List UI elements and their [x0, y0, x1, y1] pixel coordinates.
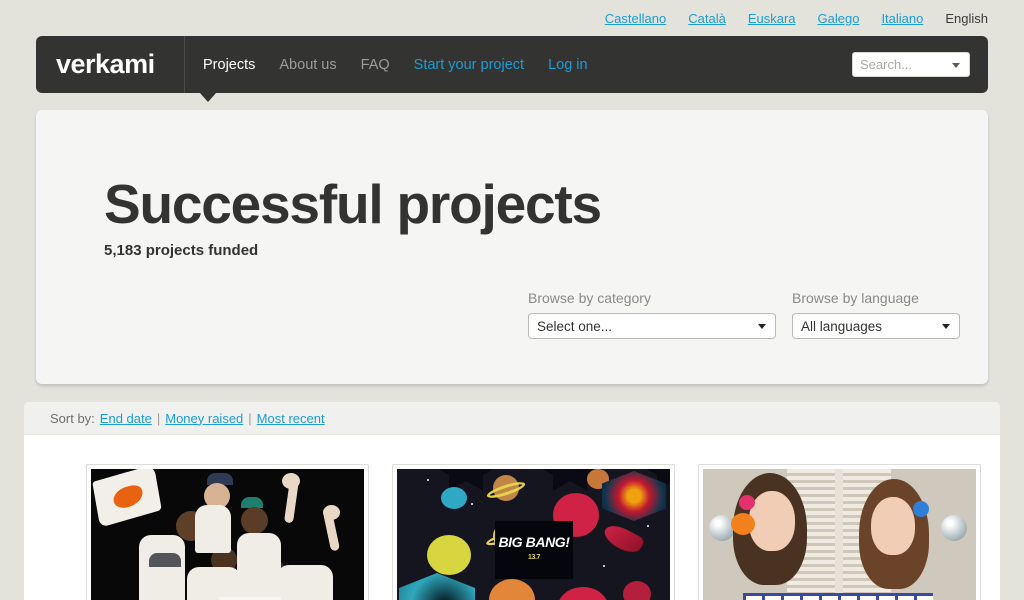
sort-separator: | [156, 410, 161, 426]
project-thumbnail[interactable] [703, 469, 976, 600]
project-thumbnail[interactable] [91, 469, 364, 600]
hanging-lantern [941, 515, 967, 541]
chevron-down-icon[interactable] [942, 324, 950, 329]
category-select[interactable]: Select one... [528, 313, 776, 339]
nav-item-faq[interactable]: FAQ [361, 57, 390, 73]
nav-item-about-us[interactable]: About us [279, 57, 336, 73]
search-box[interactable] [852, 52, 970, 77]
active-tab-pointer [200, 93, 216, 102]
language-select-value: All languages [801, 318, 883, 334]
sort-separator: | [248, 410, 252, 426]
sort-label: Sort by: [50, 410, 95, 426]
person-face [749, 491, 795, 551]
results-panel: Sort by: End date | Money raised | Most … [24, 402, 1000, 600]
planet [427, 535, 471, 575]
fist [282, 473, 300, 489]
sort-link-end-date[interactable]: End date [100, 411, 152, 426]
project-card[interactable] [86, 464, 369, 600]
person-body [187, 567, 241, 600]
game-title: BIG BANG! [498, 534, 570, 550]
hair-flower [739, 495, 755, 510]
nav-links: Projects About us FAQ Start your project… [203, 57, 588, 73]
hair-flower [731, 513, 755, 535]
hero-panel: Successful projects 5,183 projects funde… [36, 110, 988, 384]
project-card[interactable]: BIG BANG! 13.7 [392, 464, 675, 600]
browse-category-group: Browse by category Select one... [528, 290, 776, 339]
language-link-english: English [945, 10, 988, 26]
sort-link-money-raised[interactable]: Money raised [165, 411, 243, 426]
language-link-italiano[interactable]: Italiano [881, 11, 923, 26]
page-title: Successful projects [104, 173, 602, 235]
main-navbar: verkami Projects About us FAQ Start your… [36, 36, 988, 93]
language-select[interactable]: All languages [792, 313, 960, 339]
verkami-logo[interactable]: verkami [56, 49, 184, 80]
hair-flower [913, 501, 929, 517]
decorated-box [743, 593, 933, 600]
waving-flag [92, 469, 162, 528]
browse-language-label: Browse by language [792, 290, 919, 306]
sort-bar: Sort by: End date | Money raised | Most … [24, 402, 1000, 435]
category-select-value: Select one... [537, 318, 613, 334]
person-body [277, 565, 333, 600]
language-bar: Castellano Català Euskara Galego Italian… [0, 0, 1024, 36]
game-subtitle: 13.7 [527, 554, 541, 561]
search-input[interactable] [860, 57, 952, 72]
project-card-list: BIG BANG! 13.7 [24, 435, 1000, 600]
fist [323, 505, 340, 520]
chevron-down-icon[interactable] [952, 63, 960, 68]
person-body [237, 533, 281, 600]
person-body [139, 535, 185, 600]
planet [623, 581, 651, 600]
browse-language-group: Browse by language All languages [792, 290, 960, 339]
person-head [241, 507, 268, 534]
planet [441, 487, 467, 509]
nav-divider [184, 36, 185, 93]
language-link-catala[interactable]: Català [688, 11, 726, 26]
project-card[interactable] [698, 464, 981, 600]
project-thumbnail[interactable]: BIG BANG! 13.7 [397, 469, 670, 600]
nav-item-log-in[interactable]: Log in [548, 57, 588, 73]
language-link-galego[interactable]: Galego [818, 11, 860, 26]
chevron-down-icon[interactable] [758, 324, 766, 329]
nav-item-projects[interactable]: Projects [203, 57, 255, 73]
big-bang-title: BIG BANG! 13.7 [495, 521, 573, 579]
language-link-euskara[interactable]: Euskara [748, 11, 796, 26]
person-body [195, 505, 231, 553]
baseball-cap [149, 553, 181, 567]
language-link-castellano[interactable]: Castellano [605, 11, 666, 26]
browse-category-label: Browse by category [528, 290, 651, 306]
sort-link-most-recent[interactable]: Most recent [257, 411, 325, 426]
browse-filters: Browse by category Select one... Browse … [528, 290, 960, 339]
person-face [871, 497, 915, 555]
nav-item-start-project[interactable]: Start your project [414, 57, 524, 73]
page-subtitle: 5,183 projects funded [104, 242, 259, 259]
